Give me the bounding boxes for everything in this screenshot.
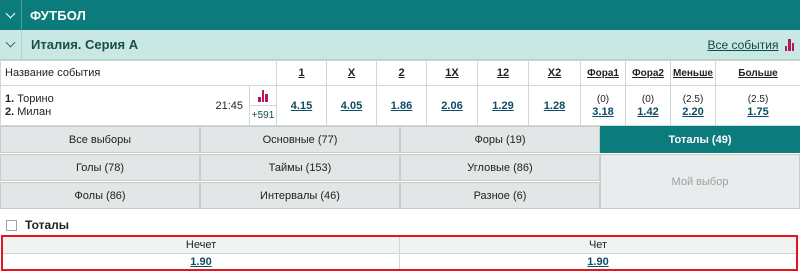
header-1x[interactable]: 1X xyxy=(426,60,478,86)
header-under[interactable]: Меньше xyxy=(670,60,716,86)
odd-x2[interactable]: 1.28 xyxy=(528,85,581,126)
header-x2[interactable]: X2 xyxy=(528,60,581,86)
odd-1x[interactable]: 2.06 xyxy=(426,85,478,126)
stats-icon xyxy=(258,89,268,102)
all-events-link[interactable]: Все события xyxy=(707,38,778,52)
tab-handicaps[interactable]: Форы (19) xyxy=(400,126,600,153)
team2-name: Милан xyxy=(17,105,52,118)
odd-under[interactable]: (2.5) 2.20 xyxy=(670,85,716,126)
chevron-down-icon xyxy=(5,8,16,18)
totals-checkbox[interactable] xyxy=(6,219,17,231)
header-2[interactable]: 2 xyxy=(376,60,427,86)
sport-title: ФУТБОЛ xyxy=(30,7,87,23)
odd-over[interactable]: (2.5) 1.75 xyxy=(715,85,800,126)
even-label: Чет xyxy=(400,237,796,254)
event-name-header: Название события xyxy=(0,60,277,86)
totals-section-header: Тоталы xyxy=(0,215,800,235)
header-handicap1[interactable]: Фора1 xyxy=(580,60,626,86)
event-teams[interactable]: 1. Торино 2. Милан 21:45 xyxy=(0,85,250,126)
odd-column: Нечет 1.90 xyxy=(3,237,399,269)
tab-goals[interactable]: Голы (78) xyxy=(0,154,200,181)
header-1[interactable]: 1 xyxy=(276,60,327,86)
tab-totals[interactable]: Тоталы (49) xyxy=(600,126,800,153)
tab-intervals[interactable]: Интервалы (46) xyxy=(200,182,400,209)
collapse-league-toggle[interactable] xyxy=(0,29,22,60)
tab-corners[interactable]: Угловые (86) xyxy=(400,154,600,181)
table-header-row: Название события 1 X 2 1X 12 X2 Фора1 Фо… xyxy=(0,60,800,86)
league-header: Италия. Серия А Все события xyxy=(0,29,800,60)
sport-header: ФУТБОЛ xyxy=(0,0,800,30)
odd-value-button[interactable]: 1.90 xyxy=(3,254,399,269)
tab-main[interactable]: Основные (77) xyxy=(200,126,400,153)
event-stats-cell: +591 xyxy=(249,85,277,126)
odd-2[interactable]: 1.86 xyxy=(376,85,427,126)
tab-misc[interactable]: Разное (6) xyxy=(400,182,600,209)
odd-handicap1[interactable]: (0) 3.18 xyxy=(580,85,626,126)
event-row: 1. Торино 2. Милан 21:45 +591 4.15 4.05 … xyxy=(0,85,800,126)
header-12[interactable]: 12 xyxy=(477,60,529,86)
even-column: Чет 1.90 xyxy=(399,237,796,269)
odd-12[interactable]: 1.29 xyxy=(477,85,529,126)
odd-1[interactable]: 4.15 xyxy=(276,85,327,126)
odd-x[interactable]: 4.05 xyxy=(326,85,377,126)
header-over[interactable]: Больше xyxy=(715,60,800,86)
more-markets-link[interactable]: +591 xyxy=(250,106,276,125)
event-stats-button[interactable] xyxy=(250,86,276,106)
event-time: 21:45 xyxy=(215,100,243,112)
odd-handicap2[interactable]: (0) 1.42 xyxy=(625,85,671,126)
odd-label: Нечет xyxy=(3,237,399,254)
chevron-down-icon xyxy=(5,37,16,48)
league-title[interactable]: Италия. Серия А xyxy=(22,37,707,52)
odd-even-market: Нечет 1.90 Чет 1.90 xyxy=(1,235,798,271)
header-handicap2[interactable]: Фора2 xyxy=(625,60,671,86)
collapse-sport-toggle[interactable] xyxy=(0,0,22,30)
team1-name: Торино xyxy=(17,92,54,105)
event-odds-table: Название события 1 X 2 1X 12 X2 Фора1 Фо… xyxy=(0,60,800,126)
tab-halves[interactable]: Таймы (153) xyxy=(200,154,400,181)
even-value-button[interactable]: 1.90 xyxy=(400,254,796,269)
market-tabs: Все выборы Основные (77) Форы (19) Тотал… xyxy=(0,126,800,209)
stats-icon[interactable] xyxy=(784,38,794,51)
header-x[interactable]: X xyxy=(326,60,377,86)
tab-fouls[interactable]: Фолы (86) xyxy=(0,182,200,209)
totals-section-title: Тоталы xyxy=(25,218,70,232)
tab-all[interactable]: Все выборы xyxy=(0,126,200,153)
tab-my-choice[interactable]: Мой выбор xyxy=(600,154,800,209)
